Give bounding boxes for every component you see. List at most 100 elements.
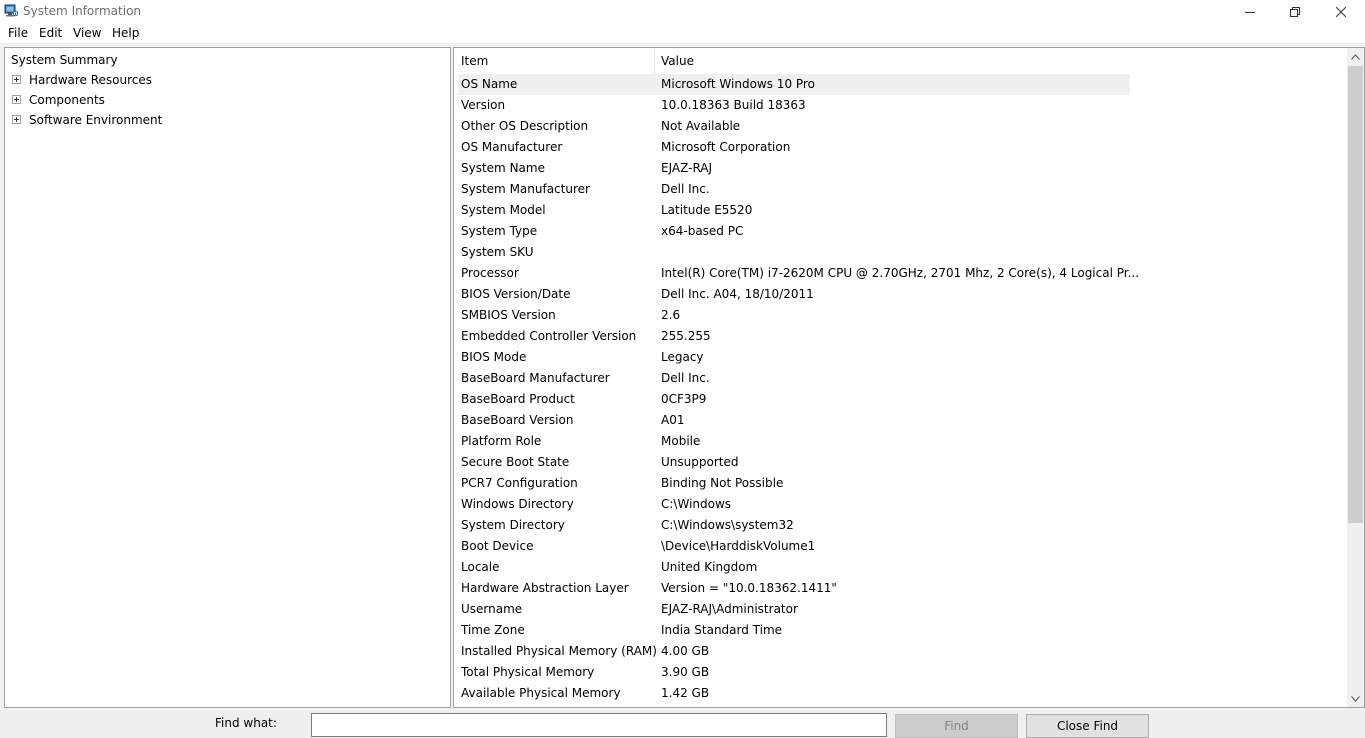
table-row[interactable]: PCR7 Configuration Binding Not Possible: [454, 473, 1347, 494]
row-item: Version: [461, 98, 506, 112]
column-divider[interactable]: [654, 48, 655, 73]
table-row[interactable]: Hardware Abstraction Layer Version = "10.…: [454, 578, 1347, 599]
table-row[interactable]: System Manufacturer Dell Inc.: [454, 179, 1347, 200]
row-value: C:\Windows: [661, 497, 732, 511]
table-row[interactable]: BaseBoard Product 0CF3P9: [454, 389, 1347, 410]
table-row[interactable]: Boot Device \Device\HarddiskVolume1: [454, 536, 1347, 557]
row-item: Time Zone: [461, 623, 525, 637]
table-row[interactable]: System Name EJAZ-RAJ: [454, 158, 1347, 179]
table-row[interactable]: BaseBoard Manufacturer Dell Inc.: [454, 368, 1347, 389]
tree-item-label[interactable]: Components: [29, 92, 105, 108]
row-item: Username: [461, 602, 523, 616]
table-row[interactable]: Time Zone India Standard Time: [454, 620, 1347, 641]
row-value: Intel(R) Core(TM) i7-2620M CPU @ 2.70GHz…: [661, 266, 1140, 280]
tree-item-label[interactable]: Software Environment: [29, 112, 162, 128]
row-item: BaseBoard Version: [461, 413, 574, 427]
menu-help[interactable]: Help: [112, 25, 139, 41]
row-value: EJAZ-RAJ: [661, 161, 713, 175]
row-value: Microsoft Corporation: [661, 140, 791, 154]
row-value: Version = "10.0.18362.1411": [661, 581, 837, 595]
row-value: A01: [661, 413, 685, 427]
row-value: EJAZ-RAJ\Administrator: [661, 602, 798, 616]
find-bar: Find what: Find Close Find: [0, 708, 1365, 738]
table-row[interactable]: Embedded Controller Version 255.255: [454, 326, 1347, 347]
table-row[interactable]: Username EJAZ-RAJ\Administrator: [454, 599, 1347, 620]
table-row[interactable]: Other OS Description Not Available: [454, 116, 1347, 137]
category-tree: System Summary Hardware Resources Compon…: [4, 47, 451, 708]
row-item: Boot Device: [461, 539, 534, 553]
table-row[interactable]: Version 10.0.18363 Build 18363: [454, 95, 1347, 116]
table-row[interactable]: System SKU: [454, 242, 1347, 263]
row-value: x64-based PC: [661, 224, 744, 238]
menu-file[interactable]: File: [8, 25, 28, 41]
table-row[interactable]: Processor Intel(R) Core(TM) i7-2620M CPU …: [454, 263, 1347, 284]
row-value: Mobile: [661, 434, 701, 448]
row-item: System Type: [461, 224, 538, 238]
table-row[interactable]: BaseBoard Version A01: [454, 410, 1347, 431]
row-value: United Kingdom: [661, 560, 758, 574]
row-value: 0CF3P9: [661, 392, 707, 406]
column-header-value[interactable]: Value: [661, 48, 694, 73]
table-row[interactable]: System Type x64-based PC: [454, 221, 1347, 242]
table-row[interactable]: Locale United Kingdom: [454, 557, 1347, 578]
table-row[interactable]: Secure Boot State Unsupported: [454, 452, 1347, 473]
row-item: Installed Physical Memory (RAM): [461, 644, 657, 658]
row-item: BIOS Mode: [461, 350, 527, 364]
close-icon[interactable]: [1318, 0, 1364, 23]
tree-item-system-summary[interactable]: System Summary: [10, 52, 119, 68]
find-input[interactable]: [311, 713, 887, 737]
table-row[interactable]: Total Physical Memory 3.90 GB: [454, 662, 1347, 683]
row-item: Total Physical Memory: [461, 665, 595, 679]
row-value: \Device\HarddiskVolume1: [661, 539, 816, 553]
restore-icon[interactable]: [1272, 0, 1318, 23]
row-item: PCR7 Configuration: [461, 476, 578, 490]
row-item: OS Name: [461, 77, 518, 91]
find-button[interactable]: Find: [895, 714, 1018, 738]
table-row[interactable]: SMBIOS Version 2.6: [454, 305, 1347, 326]
scroll-down-icon[interactable]: [1347, 690, 1364, 707]
row-item: Other OS Description: [461, 119, 589, 133]
row-value: Not Available: [661, 119, 741, 133]
row-value: Unsupported: [661, 455, 739, 469]
vertical-scrollbar[interactable]: [1347, 48, 1364, 707]
table-row[interactable]: Installed Physical Memory (RAM) 4.00 GB: [454, 641, 1347, 662]
scroll-up-icon[interactable]: [1347, 48, 1364, 65]
table-row[interactable]: System Directory C:\Windows\system32: [454, 515, 1347, 536]
row-value: Latitude E5520: [661, 203, 753, 217]
menu-edit[interactable]: Edit: [39, 25, 62, 41]
list-header: Item Value: [454, 48, 1347, 73]
menu-view[interactable]: View: [73, 25, 101, 41]
expand-icon[interactable]: [12, 95, 21, 104]
row-value: 10.0.18363 Build 18363: [661, 98, 806, 112]
expand-icon[interactable]: [12, 75, 21, 84]
row-value: Microsoft Windows 10 Pro: [661, 77, 815, 91]
row-item: Locale: [461, 560, 500, 574]
row-item: BaseBoard Product: [461, 392, 575, 406]
row-item: System Model: [461, 203, 546, 217]
table-row[interactable]: OS Name Microsoft Windows 10 Pro: [454, 74, 1347, 95]
scroll-thumb[interactable]: [1348, 66, 1363, 523]
row-value: 1.42 GB: [661, 686, 710, 700]
table-row[interactable]: BIOS Mode Legacy: [454, 347, 1347, 368]
row-item: System Name: [461, 161, 545, 175]
table-row[interactable]: System Model Latitude E5520: [454, 200, 1347, 221]
table-row[interactable]: BIOS Version/Date Dell Inc. A04, 18/10/20…: [454, 284, 1347, 305]
row-item: System Directory: [461, 518, 565, 532]
tree-item-label[interactable]: Hardware Resources: [29, 72, 152, 88]
row-value: 3.90 GB: [661, 665, 710, 679]
row-value: Dell Inc.: [661, 371, 710, 385]
table-row[interactable]: Available Physical Memory 1.42 GB: [454, 683, 1347, 704]
details-list: Item Value OS Name Microsoft Windows 10 P…: [453, 47, 1365, 708]
row-value: Binding Not Possible: [661, 476, 784, 490]
table-row[interactable]: Platform Role Mobile: [454, 431, 1347, 452]
expand-icon[interactable]: [12, 115, 21, 124]
row-value: Legacy: [661, 350, 704, 364]
minimize-icon[interactable]: [1227, 0, 1273, 23]
table-row[interactable]: OS Manufacturer Microsoft Corporation: [454, 137, 1347, 158]
row-item: SMBIOS Version: [461, 308, 556, 322]
row-value: Dell Inc. A04, 18/10/2011: [661, 287, 814, 301]
row-item: Secure Boot State: [461, 455, 570, 469]
column-header-item[interactable]: Item: [461, 48, 488, 73]
table-row[interactable]: Windows Directory C:\Windows: [454, 494, 1347, 515]
close-find-button[interactable]: Close Find: [1026, 714, 1149, 738]
